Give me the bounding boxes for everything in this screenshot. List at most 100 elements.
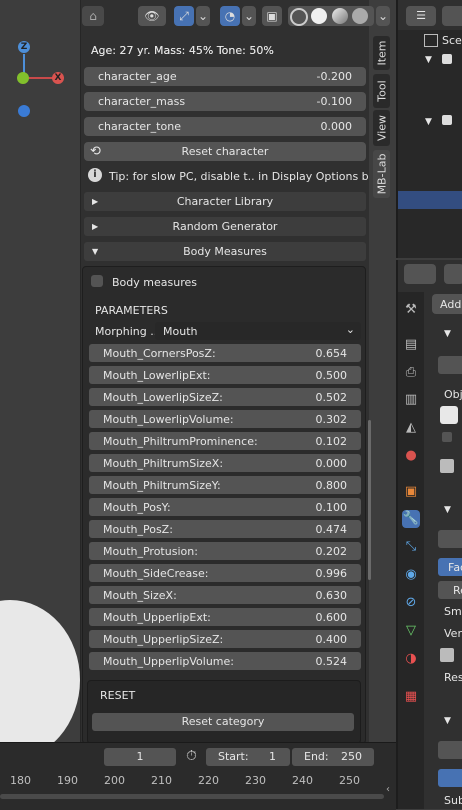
gizmo-x-axis[interactable]: X [52,72,64,84]
data-tab-icon[interactable]: ▽ [402,622,420,640]
morph-slider[interactable]: Mouth_Protusion: 0.202 [89,542,361,560]
grid-icon[interactable] [440,648,454,662]
editor-type-button[interactable] [404,264,436,284]
end-value: 250 [341,750,362,763]
face-toggle-button[interactable]: Fac [438,558,462,576]
gizmo-toggle-button[interactable]: ⤢ [174,6,194,26]
morph-slider[interactable]: Mouth_SideCrease: 0.996 [89,564,361,582]
solid-shading-icon[interactable] [311,8,327,24]
reset-category-button[interactable]: Reset category [92,713,354,731]
end-frame-field[interactable]: End: 250 [292,748,374,766]
overlay-toggle-button[interactable]: ◔ [220,6,240,26]
morph-slider[interactable]: Mouth_LowerlipExt: 0.500 [89,366,361,384]
morph-slider[interactable]: Mouth_LowerlipVolume: 0.302 [89,410,361,428]
render-tab-icon[interactable]: ▤ [402,336,420,354]
wireframe-shading-icon[interactable] [290,8,308,26]
field[interactable] [438,356,462,374]
navigation-gizmo[interactable]: Z X [10,38,70,118]
material-shading-icon[interactable] [332,8,348,24]
grid-icon[interactable] [440,459,454,473]
checkbox[interactable] [442,432,452,442]
morph-slider[interactable]: Mouth_PhiltrumSizeY: 0.800 [89,476,361,494]
selected-row[interactable] [398,191,462,209]
object-type-visibility-button[interactable]: ⌂ [82,6,104,26]
texture-tab-icon[interactable]: ▦ [402,688,420,706]
morph-value: 0.400 [315,633,348,646]
section-random-generator[interactable]: ▶ Random Generator [84,217,366,236]
collapsed-arrow-icon: ▶ [92,222,99,231]
morph-label: Mouth_PhiltrumSizeX: [103,457,224,470]
slider-label: character_tone [98,120,181,133]
transform-gizmo-icon: ⤢ [179,9,189,23]
morph-slider[interactable]: Mouth_PosZ: 0.474 [89,520,361,538]
morph-slider[interactable]: Mouth_PosY: 0.100 [89,498,361,516]
world-tab-icon[interactable]: ● [402,447,420,465]
constraints-tab-icon[interactable]: ⊘ [402,594,420,612]
search-button[interactable] [444,264,462,284]
physics-tab-icon[interactable]: ◉ [402,566,420,584]
mesh-object[interactable] [0,600,80,742]
chevron-left-icon[interactable]: ‹ [386,784,390,795]
panel-scrollbar[interactable] [368,420,371,580]
view-layer-tab-icon[interactable]: ▥ [402,391,420,409]
shading-dropdown[interactable]: ⌄ [376,6,390,26]
object-icon[interactable] [440,406,458,424]
overlay-dropdown[interactable]: ⌄ [242,6,256,26]
particles-tab-icon[interactable]: ⤡ [402,538,420,556]
morph-slider[interactable]: Mouth_LowerlipSizeZ: 0.502 [89,388,361,406]
expand-arrow-icon[interactable]: ▼ [444,505,451,515]
morph-slider[interactable]: Mouth_UpperlipSizeZ: 0.400 [89,630,361,648]
expand-arrow-icon[interactable]: ▼ [444,329,451,339]
field[interactable]: Re [438,581,462,599]
reset-character-button[interactable]: ⟲ Reset character [84,142,366,161]
rendered-shading-icon[interactable] [352,8,368,24]
display-mode-button[interactable] [442,6,462,26]
morph-slider[interactable]: Mouth_UpperlipExt: 0.600 [89,608,361,626]
output-tab-icon[interactable]: ⎙ [402,364,420,382]
blue-toggle[interactable] [438,769,462,787]
morph-slider[interactable]: Mouth_SizeX: 0.630 [89,586,361,604]
editor-type-button[interactable]: ☰ [406,6,436,26]
gizmo-neg-z-axis[interactable] [18,105,30,117]
expand-arrow-icon[interactable]: ▼ [425,55,432,65]
field[interactable] [438,741,462,759]
character-mass-slider[interactable]: character_mass -0.100 [84,92,366,111]
tool-tab-icon[interactable]: ⚒ [402,301,420,319]
visibility-button[interactable]: 👁 [138,6,166,26]
scene-label: Scen [442,34,462,47]
morph-slider[interactable]: Mouth_UpperlipVolume: 0.524 [89,652,361,670]
character-tone-slider[interactable]: character_tone 0.000 [84,117,366,136]
tab-view[interactable]: View [373,110,390,146]
body-measures-checkbox[interactable] [91,275,103,287]
section-character-library[interactable]: ▶ Character Library [84,192,366,211]
xray-toggle-button[interactable]: ▣ [262,6,282,26]
morph-slider[interactable]: Mouth_PhiltrumProminence: 0.102 [89,432,361,450]
field[interactable] [438,530,462,548]
timeline-scrollbar[interactable] [0,794,384,799]
tab-item[interactable]: Item [373,36,390,70]
section-body-measures[interactable]: ▼ Body Measures [84,242,366,261]
start-frame-field[interactable]: Start: 1 [206,748,290,766]
current-frame-field[interactable]: 1 [104,748,176,766]
gizmo-z-axis[interactable]: Z [18,41,30,53]
morph-label: Mouth_PosZ: [103,523,173,536]
tab-tool[interactable]: Tool [373,74,390,108]
modifier-tab-icon[interactable]: 🔧 [402,510,420,528]
morphing-dropdown[interactable]: Mouth ⌄ [155,322,361,340]
object-tab-icon[interactable]: ▣ [402,483,420,501]
collection-checkbox[interactable] [442,54,452,64]
morph-slider[interactable]: Mouth_PhiltrumSizeX: 0.000 [89,454,361,472]
add-modifier-button[interactable]: Add [432,294,462,314]
character-age-slider[interactable]: character_age -0.200 [84,67,366,86]
expand-arrow-icon[interactable]: ▼ [444,716,451,726]
material-tab-icon[interactable]: ◑ [402,650,420,668]
scene-row[interactable]: Scen [398,32,462,50]
gizmo-dropdown[interactable]: ⌄ [196,6,210,26]
collection-checkbox[interactable] [442,115,452,125]
gizmo-y-axis[interactable] [17,72,29,84]
morph-slider[interactable]: Mouth_CornersPosZ: 0.654 [89,344,361,362]
scene-tab-icon[interactable]: ◭ [402,419,420,437]
stopwatch-icon[interactable]: ⏱ [186,748,197,764]
tab-mb-lab[interactable]: MB-Lab [373,150,390,198]
expand-arrow-icon[interactable]: ▼ [425,117,432,127]
